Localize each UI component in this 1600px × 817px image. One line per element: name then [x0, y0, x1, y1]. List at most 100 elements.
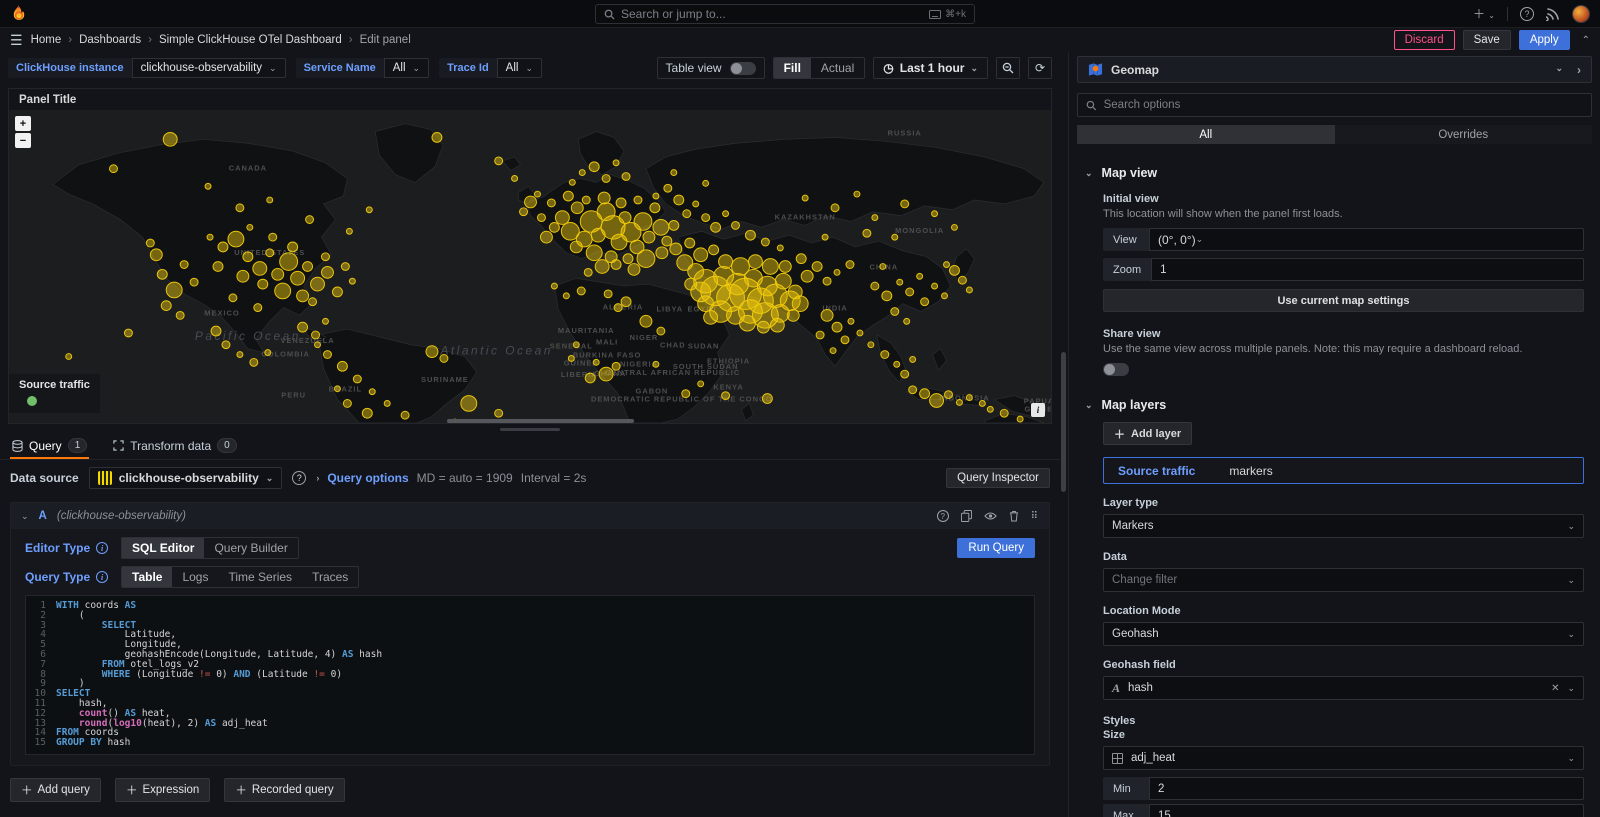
database-icon [12, 440, 23, 452]
drag-handle-icon[interactable]: ⠿ [1031, 511, 1039, 522]
min-input [1158, 783, 1575, 795]
chevron-down-icon[interactable]: ⌄ [1555, 63, 1563, 77]
breadcrumb: Home › Dashboards › Simple ClickHouse OT… [31, 34, 411, 46]
recorded-query-button[interactable]: ＋Recorded query [224, 778, 344, 802]
sql-editor-option[interactable]: SQL Editor [122, 538, 204, 558]
actual-option[interactable]: Actual [811, 58, 864, 78]
tab-transform-data[interactable]: Transform data 0 [111, 438, 238, 459]
collapse-toolbar-icon[interactable]: ⌃ [1582, 35, 1590, 46]
table-view-toggle[interactable] [730, 62, 756, 75]
share-view-toggle[interactable] [1103, 363, 1129, 376]
size-field-select[interactable]: adj_heat⌄ [1103, 746, 1584, 770]
options-search-input[interactable] [1104, 99, 1583, 111]
map-horizontal-scrollbar[interactable] [9, 419, 1051, 423]
clear-icon[interactable]: ✕ [1551, 683, 1559, 694]
max-input-wrap[interactable] [1149, 804, 1584, 817]
duplicate-query-icon[interactable] [961, 510, 972, 522]
breadcrumb-home[interactable]: Home [31, 34, 62, 46]
query-options[interactable]: › Query options MD = auto = 1909 Interva… [316, 471, 586, 485]
layer-type-select[interactable]: Markers⌄ [1103, 514, 1584, 538]
query-type-traces[interactable]: Traces [302, 567, 358, 587]
svg-text:Atlantic Ocean: Atlantic Ocean [439, 344, 552, 358]
query-ref-id: A [39, 510, 47, 522]
time-range-picker[interactable]: ◷ Last 1 hour ⌄ [873, 57, 988, 79]
help-icon[interactable]: ? [1520, 7, 1534, 21]
datasource-help-icon[interactable]: ? [292, 471, 306, 485]
menu-toggle-icon[interactable]: ☰ [10, 32, 23, 49]
query-header-row[interactable]: ⌄ A (clickhouse-observability) ? ⠿ [11, 503, 1049, 529]
global-search[interactable]: Search or jump to... ⌘+k [595, 4, 975, 24]
panel-title[interactable]: Panel Title [9, 89, 1051, 110]
query-builder-option[interactable]: Query Builder [204, 538, 297, 558]
collapse-pane-icon[interactable]: › [1577, 63, 1581, 77]
tab-query[interactable]: Query 1 [10, 438, 89, 459]
map-layers-section-header[interactable]: ⌄ Map layers [1069, 398, 1600, 412]
query-type-logs[interactable]: Logs [172, 567, 218, 587]
data-label: Data [1103, 551, 1584, 563]
collapse-query-icon[interactable]: ⌄ [21, 511, 29, 522]
expression-button[interactable]: ＋Expression [115, 778, 210, 802]
query-type-segment: Table Logs Time Series Traces [121, 566, 359, 588]
news-icon[interactable] [1546, 7, 1560, 21]
data-filter-select[interactable]: Change filter⌄ [1103, 568, 1584, 592]
run-query-button[interactable]: Run Query [957, 538, 1035, 558]
grafana-logo[interactable] [10, 4, 28, 24]
variable-value-dropdown[interactable]: All⌄ [497, 58, 542, 78]
sql-editor[interactable]: 1WITH coords AS2 (3 SELECT4 Latitude,5 L… [25, 595, 1035, 755]
min-label: Min [1103, 777, 1149, 800]
layer-item-source-traffic[interactable]: Source traffic markers [1103, 457, 1584, 484]
location-mode-select[interactable]: Geohash⌄ [1103, 622, 1584, 646]
fill-actual-segment: Fill Actual [773, 57, 866, 79]
map-zoom-in-button[interactable]: + [15, 116, 31, 131]
max-input [1158, 810, 1575, 817]
query-inspector-button[interactable]: Query Inspector [946, 468, 1050, 488]
refresh-button[interactable]: ⟳ [1028, 57, 1052, 79]
variable-service-name: Service Name All⌄ [296, 58, 430, 78]
svg-text:CHAD: CHAD [660, 341, 686, 350]
info-icon: i [96, 542, 108, 554]
panel-resize-handle[interactable] [0, 424, 1060, 434]
map-layers-section: ⌄ Map layers ＋Add layer Source traffic m… [1069, 398, 1600, 817]
map-view-section-header[interactable]: ⌄ Map view [1069, 166, 1600, 180]
geohash-field-select[interactable]: A hash ✕⌄ [1103, 676, 1584, 700]
max-row: Max [1103, 804, 1584, 817]
breadcrumb-dashboards[interactable]: Dashboards [79, 34, 141, 46]
min-row: Min [1103, 777, 1584, 800]
add-layer-button[interactable]: ＋Add layer [1103, 422, 1192, 445]
editor-type-label: Editor Typei [25, 541, 121, 555]
svg-text:MEXICO: MEXICO [204, 308, 239, 317]
tab-overrides[interactable]: Overrides [1335, 125, 1593, 144]
tab-all[interactable]: All [1077, 125, 1335, 144]
delete-query-trash-icon[interactable] [1009, 510, 1019, 522]
add-query-button[interactable]: ＋Add query [10, 778, 101, 802]
query-help-icon[interactable]: ? [937, 510, 949, 522]
fill-option[interactable]: Fill [774, 58, 811, 78]
use-current-map-settings-button[interactable]: Use current map settings [1103, 289, 1584, 312]
breadcrumb-dashboard-name[interactable]: Simple ClickHouse OTel Dashboard [159, 34, 342, 46]
query-type-time-series[interactable]: Time Series [218, 567, 302, 587]
save-button[interactable]: Save [1463, 30, 1511, 50]
svg-text:KAZAKHSTAN: KAZAKHSTAN [775, 213, 836, 222]
map-view-section: ⌄ Map view Initial view This location wi… [1069, 166, 1600, 376]
add-menu-button[interactable]: ＋ ⌄ [1473, 5, 1495, 22]
datasource-picker[interactable]: clickhouse-observability ⌄ [89, 467, 283, 489]
variable-value-dropdown[interactable]: clickhouse-observability⌄ [132, 58, 286, 78]
query-type-table[interactable]: Table [122, 567, 172, 587]
zoom-out-time-button[interactable] [996, 57, 1020, 79]
zoom-input-wrap[interactable] [1151, 258, 1584, 281]
view-select[interactable]: (0°, 0°)⌄ [1149, 228, 1584, 251]
options-search[interactable] [1077, 93, 1592, 117]
map-canvas: RUSSIACANADAUNITED STATESMEXICOVENEZUELA… [9, 110, 1051, 423]
visualization-picker[interactable]: Geomap ⌄ › [1077, 56, 1592, 83]
world-map[interactable]: RUSSIACANADAUNITED STATESMEXICOVENEZUELA… [9, 110, 1051, 423]
map-attribution-info-button[interactable]: i [1031, 403, 1045, 417]
map-zoom-out-button[interactable]: − [15, 133, 31, 148]
hide-response-eye-icon[interactable] [984, 511, 997, 521]
min-input-wrap[interactable] [1149, 777, 1584, 800]
main-vertical-scrollbar[interactable] [1060, 52, 1068, 817]
variable-value-dropdown[interactable]: All⌄ [384, 58, 429, 78]
user-avatar[interactable] [1572, 5, 1590, 23]
transform-count-badge: 0 [217, 438, 237, 453]
apply-button[interactable]: Apply [1519, 30, 1570, 50]
discard-button[interactable]: Discard [1394, 30, 1455, 50]
